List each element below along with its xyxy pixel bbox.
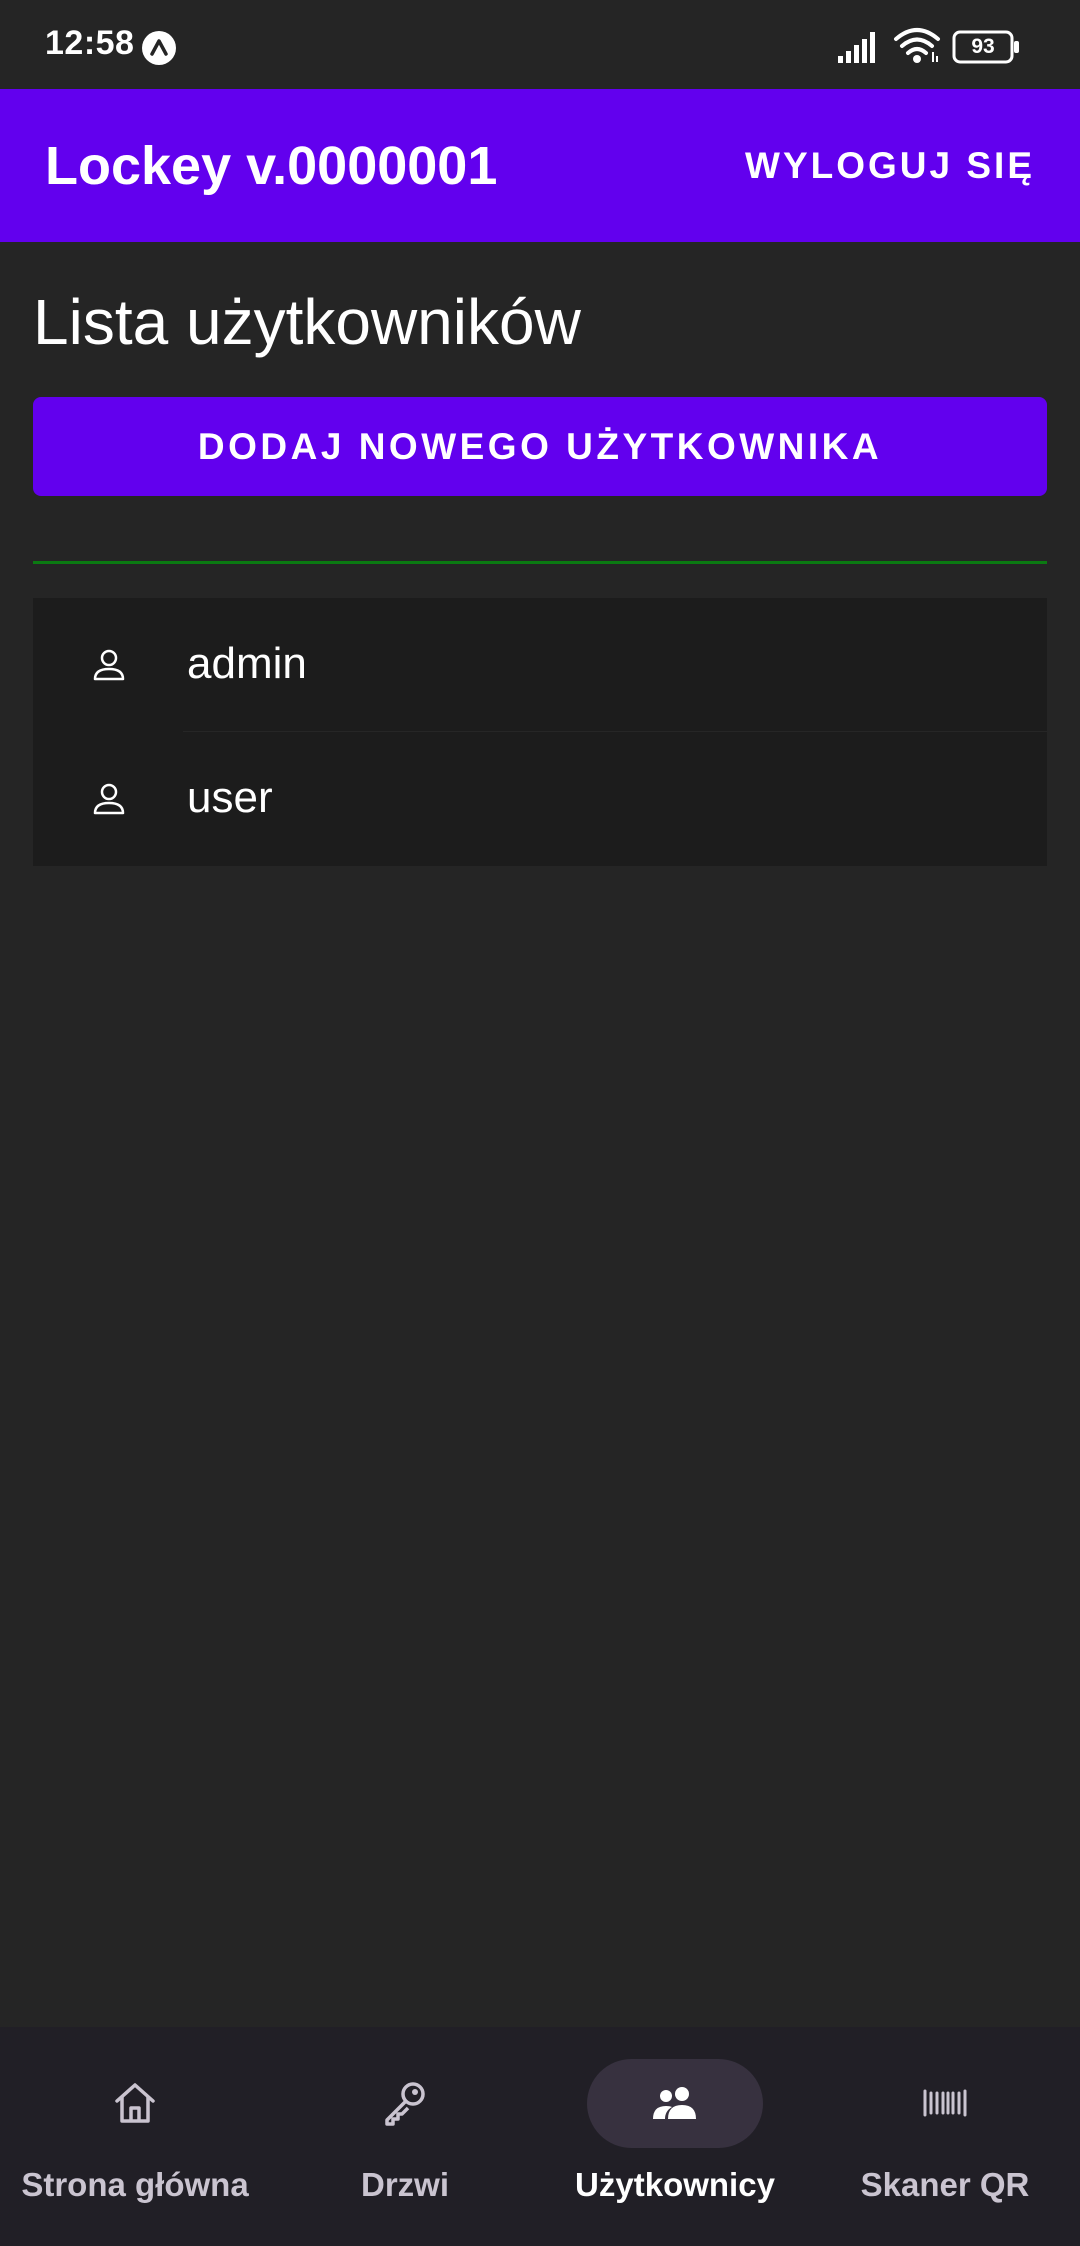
person-icon <box>93 649 125 681</box>
list-item-user-user[interactable]: user <box>33 732 1047 866</box>
nav-item-home[interactable]: Strona główna <box>0 2027 270 2246</box>
wifi-icon <box>894 28 940 63</box>
nav-label: Strona główna <box>21 2166 249 2203</box>
page-title: Lista użytkowników <box>33 286 581 358</box>
nav-label: Skaner QR <box>860 2166 1030 2203</box>
nav-item-qr-scanner[interactable]: Skaner QR <box>810 2027 1080 2246</box>
nav-label: Drzwi <box>360 2166 449 2203</box>
nav-item-doors[interactable]: Drzwi <box>270 2027 540 2246</box>
nav-item-users[interactable]: Użytkownicy <box>540 2027 810 2246</box>
add-user-button[interactable]: DODAJ NOWEGO UŻYTKOWNIKA <box>33 397 1047 496</box>
logout-button[interactable]: WYLOGUJ SIĘ <box>745 137 1035 195</box>
battery-level: 93 <box>971 35 995 58</box>
app-bar: Lockey v.0000001 WYLOGUJ SIĘ <box>0 89 1080 242</box>
people-icon <box>653 2087 696 2119</box>
status-time: 12:58 <box>45 24 135 62</box>
key-icon <box>385 2082 425 2126</box>
barcode-icon <box>923 2089 967 2117</box>
person-icon <box>93 783 125 815</box>
app-notification-icon <box>142 31 176 65</box>
signal-icon <box>838 32 875 63</box>
bottom-navigation: Strona główna Drzwi Użytkownicy Skaner Q… <box>0 2027 1080 2246</box>
home-icon <box>115 2083 155 2123</box>
app-title: Lockey v.0000001 <box>45 136 498 196</box>
user-name: admin <box>187 639 307 688</box>
list-item-user-admin[interactable]: admin <box>33 598 1047 732</box>
status-bar: 12:58 93 <box>0 0 1080 89</box>
user-name: user <box>187 773 273 822</box>
nav-label: Użytkownicy <box>575 2166 775 2203</box>
user-list: admin user <box>33 598 1047 866</box>
divider <box>33 561 1047 564</box>
